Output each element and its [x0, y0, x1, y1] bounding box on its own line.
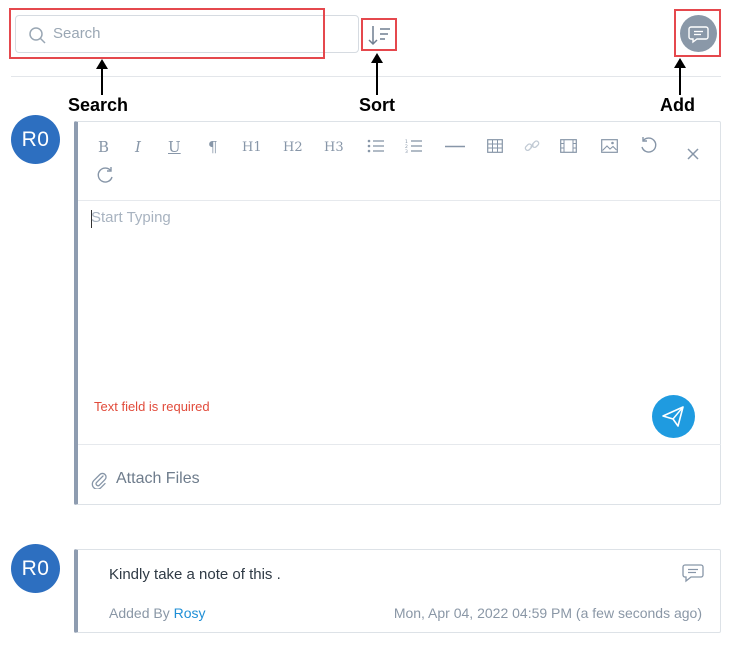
- bullet-list-icon[interactable]: [367, 139, 385, 153]
- horizontal-rule-icon[interactable]: [445, 145, 465, 148]
- search-annotation: Search: [68, 95, 129, 115]
- text-caret: [91, 210, 92, 228]
- note-editor: B I U ¶ H1 H2 H3 1 2 3 Start Typing Text…: [74, 121, 721, 505]
- author-link[interactable]: Rosy: [174, 605, 206, 621]
- numbered-list-icon[interactable]: 1 2 3: [405, 139, 423, 153]
- heading-3-button[interactable]: H3: [324, 140, 344, 155]
- note-timestamp: Mon, Apr 04, 2022 04:59 PM (a few second…: [393, 605, 702, 621]
- toolbar-divider: [78, 200, 721, 201]
- header-divider: [11, 76, 721, 77]
- sort-annotation: Sort: [359, 95, 395, 115]
- validation-error: Text field is required: [94, 399, 210, 414]
- image-icon[interactable]: [601, 139, 618, 153]
- added-by: Added By Rosy: [109, 605, 206, 621]
- search-arrow-line: [101, 68, 103, 95]
- avatar: R0: [11, 115, 60, 164]
- redo-icon[interactable]: [97, 166, 115, 184]
- heading-2-button[interactable]: H2: [283, 140, 303, 155]
- footer-divider: [78, 444, 721, 445]
- comment-icon[interactable]: [682, 563, 704, 583]
- editor-input[interactable]: Start Typing: [91, 209, 171, 226]
- heading-1-button[interactable]: H1: [242, 140, 262, 155]
- paperclip-icon[interactable]: [91, 471, 107, 489]
- underline-button[interactable]: U: [168, 138, 181, 156]
- sort-highlight-box: [361, 18, 397, 51]
- add-arrow-line: [679, 67, 681, 95]
- undo-icon[interactable]: [639, 136, 657, 154]
- close-icon[interactable]: [687, 148, 699, 160]
- note-text: Kindly take a note of this .: [109, 566, 281, 583]
- attach-files-link[interactable]: Attach Files: [116, 470, 200, 488]
- avatar: R0: [11, 544, 60, 593]
- paragraph-button[interactable]: ¶: [208, 138, 218, 156]
- added-by-label: Added By: [109, 605, 170, 621]
- add-annotation: Add: [660, 95, 695, 115]
- add-highlight-box: [674, 9, 721, 57]
- send-icon: [662, 406, 684, 427]
- video-icon[interactable]: [560, 139, 577, 153]
- search-highlight-box: [9, 8, 325, 59]
- bold-button[interactable]: B: [98, 138, 109, 156]
- svg-text:3: 3: [405, 149, 408, 153]
- send-button[interactable]: [652, 395, 695, 438]
- italic-button[interactable]: I: [135, 138, 141, 156]
- note-card: Kindly take a note of this . Added By Ro…: [74, 549, 721, 633]
- sort-arrow-line: [376, 62, 378, 95]
- link-icon[interactable]: [524, 138, 540, 154]
- table-icon[interactable]: [487, 139, 503, 153]
